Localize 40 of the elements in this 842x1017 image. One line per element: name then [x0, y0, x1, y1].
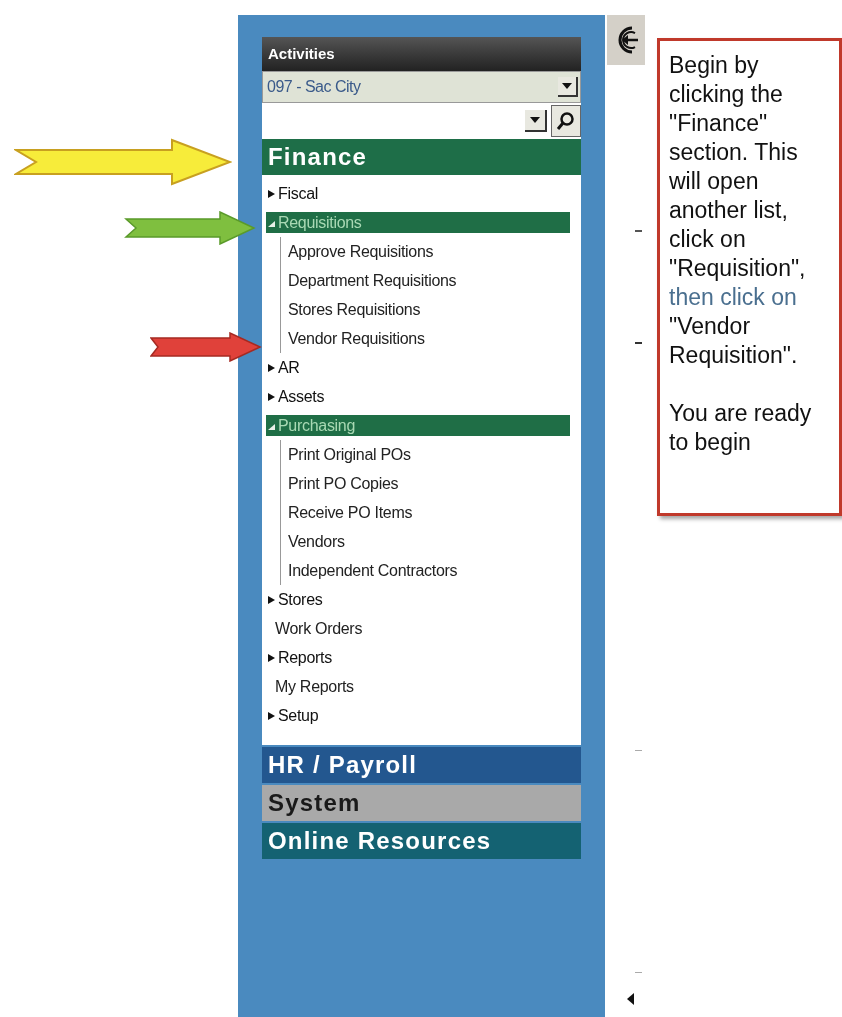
tree-folder[interactable]: Purchasing: [266, 415, 570, 436]
instruction-text: You are ready to begin: [669, 399, 813, 457]
section-header[interactable]: HR / Payroll: [262, 747, 581, 783]
collapsed-triangle-icon: [268, 595, 275, 604]
tree-folder[interactable]: Setup: [266, 705, 319, 726]
tree-folder[interactable]: Stores: [266, 589, 323, 610]
collapsed-triangle-icon: [268, 653, 275, 662]
tree-item[interactable]: My Reports: [275, 674, 354, 699]
section-header[interactable]: System: [262, 785, 581, 821]
tree-item[interactable]: Vendor Requisitions: [288, 326, 425, 351]
tree-folder[interactable]: Fiscal: [266, 183, 318, 204]
tree-folder[interactable]: AR: [266, 357, 300, 378]
tree-folder[interactable]: Requisitions: [266, 212, 570, 233]
tree-item[interactable]: Receive PO Items: [288, 500, 413, 525]
tree-item[interactable]: Independent Contractors: [288, 558, 458, 583]
expanded-triangle-icon: [268, 421, 275, 430]
search-icon: [556, 111, 576, 131]
tree-item[interactable]: Print Original POs: [288, 442, 411, 467]
section-header[interactable]: Finance: [262, 139, 581, 175]
district-dropdown[interactable]: 097 - Sac City: [262, 71, 581, 103]
tree-item[interactable]: Stores Requisitions: [288, 297, 421, 322]
panel-title: Activities: [262, 37, 581, 71]
collapse-button[interactable]: [607, 15, 645, 65]
tree-item[interactable]: Approve Requisitions: [288, 239, 434, 264]
collapsed-triangle-icon: [268, 711, 275, 720]
tree-item[interactable]: Department Requisitions: [288, 268, 457, 293]
search-button[interactable]: [551, 105, 581, 137]
tree-item[interactable]: Work Orders: [275, 616, 363, 641]
expanded-triangle-icon: [268, 218, 275, 227]
collapsed-triangle-icon: [268, 189, 275, 198]
tree-folder[interactable]: Reports: [266, 647, 332, 668]
tree-item[interactable]: Print PO Copies: [288, 471, 399, 496]
instruction-text: Begin by clicking the "Finance" section. This will open another list, click on "Requisition", then click on "Vendor Requisition".: [669, 51, 807, 370]
dropdown-value: 097 - Sac City: [267, 77, 361, 97]
tree-item[interactable]: Vendors: [288, 529, 345, 554]
section-header[interactable]: Online Resources: [262, 823, 581, 859]
collapsed-triangle-icon: [268, 363, 275, 372]
collapsed-triangle-icon: [268, 392, 275, 401]
scroll-left-icon[interactable]: [627, 993, 635, 1005]
tree-folder[interactable]: Assets: [266, 386, 325, 407]
